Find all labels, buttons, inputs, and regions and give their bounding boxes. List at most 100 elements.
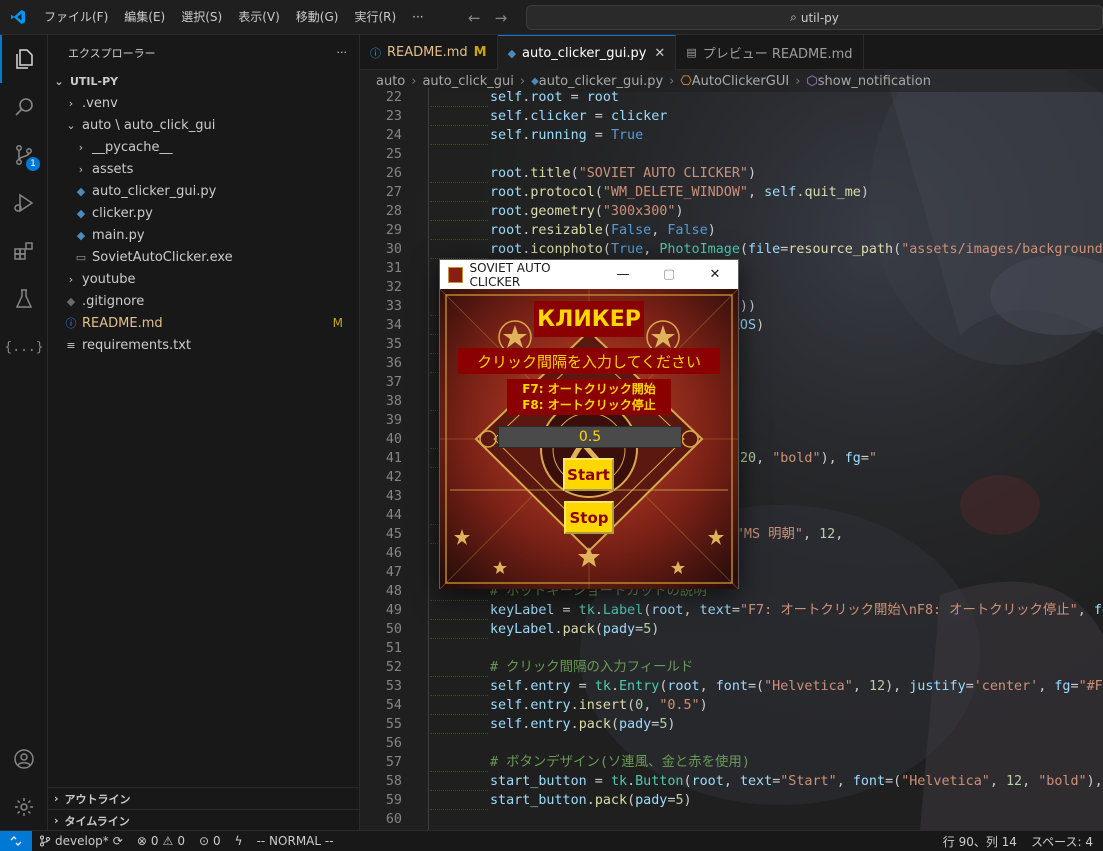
code-token: root — [586, 90, 619, 105]
tree-folder[interactable]: › __pycache__ — [48, 136, 359, 158]
indentation-status[interactable]: スペース: 4 — [1024, 833, 1103, 850]
indentation-text: スペース: 4 — [1030, 834, 1093, 849]
line-number: 56 — [385, 736, 402, 751]
breadcrumb-item[interactable]: show_notification — [818, 74, 931, 89]
app-window-icon — [448, 266, 464, 283]
code-token: fo — [1093, 603, 1103, 618]
close-button[interactable]: ✕ — [692, 267, 738, 282]
code-token: root — [490, 223, 523, 238]
account-icon[interactable] — [0, 735, 48, 783]
lightning-status[interactable]: ϟ — [228, 834, 250, 848]
line-number: 35 — [385, 337, 402, 352]
indent-dots — [430, 88, 488, 107]
indent-dots — [430, 601, 488, 620]
tree-file[interactable]: ⓘ README.md M — [48, 312, 359, 334]
menu-item[interactable]: 表示(V) — [230, 0, 288, 35]
problems-status[interactable]: ⊗ 0 ⚠ 0 — [130, 834, 192, 848]
explorer-icon[interactable] — [0, 35, 48, 83]
code-token: = — [562, 90, 587, 105]
interval-input[interactable]: 0.5 — [498, 426, 682, 448]
indent-dots — [430, 658, 488, 677]
search-icon[interactable] — [0, 83, 48, 131]
timeline-section[interactable]: › タイムライン — [48, 809, 359, 831]
code-line: 54 self.entry.insert(0, "0.5") — [360, 696, 1103, 715]
run-debug-icon[interactable] — [0, 179, 48, 227]
code-text: root.title("SOVIET AUTO CLICKER") — [490, 164, 756, 183]
editor-tab[interactable]: ◆ auto_clicker_gui.py ✕ — [497, 35, 677, 70]
tree-folder[interactable]: › youtube — [48, 268, 359, 290]
extensions-icon[interactable] — [0, 227, 48, 275]
menu-item[interactable]: ··· — [404, 0, 431, 35]
tree-file[interactable]: ▭ SovietAutoClicker.exe — [48, 246, 359, 268]
breadcrumb-item[interactable]: auto_click_gui — [422, 74, 513, 89]
stop-button[interactable]: Stop — [564, 501, 614, 534]
breadcrumb-item[interactable]: AutoClickerGUI — [692, 74, 789, 89]
testing-icon[interactable] — [0, 275, 48, 323]
code-token: tk — [594, 679, 611, 694]
breadcrumb-item[interactable]: auto — [376, 74, 405, 89]
code-token: , — [723, 774, 740, 789]
code-text: self.entry.insert(0, "0.5") — [490, 696, 708, 715]
menu-item[interactable]: 実行(R) — [346, 0, 404, 35]
sync-icon[interactable]: ⟳ — [113, 834, 123, 848]
code-token: entry — [530, 698, 571, 713]
code-token: file — [748, 242, 781, 257]
menu-item[interactable]: ファイル(F) — [36, 0, 116, 35]
snippets-icon[interactable]: {...} — [0, 323, 48, 371]
code-token: = — [554, 603, 579, 618]
search-label: util-py — [800, 10, 839, 25]
maximize-button[interactable]: ▢ — [646, 267, 692, 282]
source-control-icon[interactable]: 1 — [0, 131, 48, 179]
forward-arrow-icon[interactable]: → — [495, 9, 508, 27]
tree-file[interactable]: ◆ auto_clicker_gui.py — [48, 180, 359, 202]
chevron-right-icon: › — [68, 96, 74, 110]
command-center-search[interactable]: ⌕ util-py — [526, 5, 1103, 30]
code-token: " — [868, 451, 877, 466]
code-token: ( — [683, 774, 692, 789]
menu-item[interactable]: 編集(E) — [116, 0, 173, 35]
code-token: ) — [707, 223, 716, 238]
remote-indicator-icon[interactable] — [0, 830, 32, 851]
code-token: 0 — [635, 698, 644, 713]
tree-folder[interactable]: ⌄ auto \ auto_click_gui — [48, 114, 359, 136]
menu-item[interactable]: 選択(S) — [173, 0, 230, 35]
back-arrow-icon[interactable]: ← — [468, 9, 481, 27]
tree-file[interactable]: ◆ clicker.py — [48, 202, 359, 224]
code-token: . — [570, 698, 579, 713]
menu-item[interactable]: 移動(G) — [288, 0, 347, 35]
explorer-header: エクスプローラー ··· — [48, 35, 359, 70]
line-number: 40 — [385, 432, 402, 447]
tree-file[interactable]: ≡ requirements.txt — [48, 334, 359, 356]
start-button[interactable]: Start — [563, 458, 614, 491]
tree-file[interactable]: ◆ .gitignore — [48, 290, 359, 312]
settings-gear-icon[interactable] — [0, 783, 48, 831]
line-number: 34 — [385, 318, 402, 333]
close-tab-icon[interactable]: ✕ — [654, 46, 665, 61]
editor-tab[interactable]: ▤ プレビュー README.md — [676, 35, 864, 70]
outline-section[interactable]: › アウトライン — [48, 787, 359, 809]
code-line: 58 start_button = tk.Button(root, text="S… — [360, 772, 1103, 791]
code-token: ( — [739, 242, 748, 257]
code-line: 51 — [360, 639, 1103, 658]
navigation-arrows: ← → — [468, 0, 507, 35]
tree-folder[interactable]: › assets — [48, 158, 359, 180]
code-token: , — [835, 527, 844, 542]
more-actions-icon[interactable]: ··· — [337, 46, 348, 59]
tree-file[interactable]: ◆ main.py — [48, 224, 359, 246]
code-text: self.entry.pack(pady=5) — [490, 715, 675, 734]
indent-dots — [430, 696, 488, 715]
editor-tab[interactable]: ⓘ README.md M — [360, 35, 498, 70]
app-title-bar[interactable]: SOVIET AUTO CLICKER — ▢ ✕ — [440, 260, 738, 289]
code-token: self — [490, 109, 523, 124]
code-token: ( — [602, 223, 611, 238]
ports-status[interactable]: ⊙ 0 — [192, 834, 228, 848]
minimize-button[interactable]: — — [600, 267, 646, 282]
breadcrumb-item[interactable]: auto_clicker_gui.py — [539, 74, 663, 89]
tree-folder[interactable]: › .venv — [48, 92, 359, 114]
code-token: , — [643, 698, 660, 713]
indent-dots — [430, 240, 488, 259]
cursor-position[interactable]: 行 90、列 14 — [936, 833, 1024, 850]
hotkey-start-text: F7: オートクリック開始 — [522, 382, 656, 396]
branch-status[interactable]: develop* ⟳ — [32, 834, 130, 848]
workspace-root[interactable]: ⌄ UTIL-PY — [48, 70, 359, 92]
